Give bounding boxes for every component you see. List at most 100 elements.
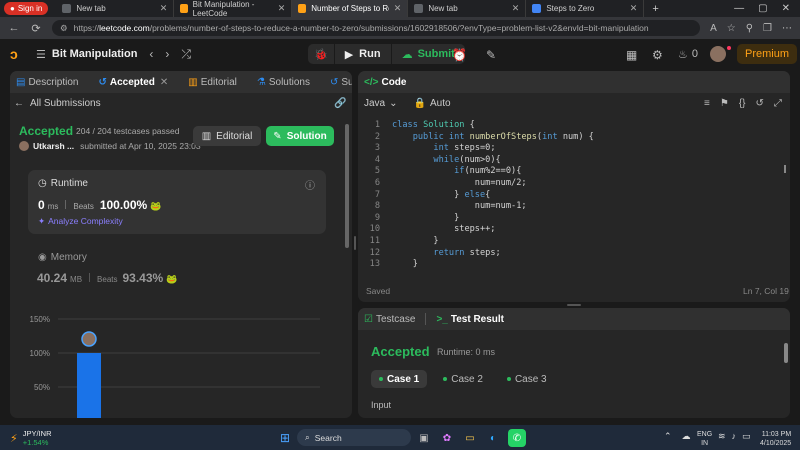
scrollbar-thumb[interactable] bbox=[784, 165, 786, 173]
minimize-icon[interactable]: — bbox=[734, 3, 744, 14]
premium-button[interactable]: Premium bbox=[737, 44, 798, 64]
tab-description[interactable]: ▤ Description bbox=[16, 77, 78, 88]
new-tab-button[interactable]: + bbox=[644, 3, 666, 15]
runtime-card[interactable]: ◷ Runtime ⓘ 0 ms Beats 100.00% 🐸 ✦ Analy… bbox=[28, 170, 326, 234]
editorial-button[interactable]: ▥ Editorial bbox=[193, 126, 261, 146]
code-line[interactable]: 6 num=num/2; bbox=[358, 178, 778, 190]
weather-widget[interactable]: ⚡ JPY/INR +1.54% bbox=[10, 429, 52, 447]
code-line[interactable]: 10 steps++; bbox=[358, 224, 778, 236]
fullscreen-icon[interactable]: ⤢ bbox=[774, 98, 782, 109]
debug-icon[interactable]: 🐞 bbox=[308, 44, 334, 64]
solution-button[interactable]: ✎ Solution bbox=[266, 126, 334, 146]
wifi-icon[interactable]: ≋ bbox=[718, 431, 726, 442]
code-line[interactable]: 9 } bbox=[358, 213, 778, 225]
avatar[interactable] bbox=[19, 141, 29, 151]
close-tab-icon[interactable]: ✕ bbox=[160, 3, 168, 14]
close-tab-icon[interactable]: ✕ bbox=[278, 3, 286, 14]
copilot-icon[interactable]: ✿ bbox=[439, 430, 455, 446]
tab-accepted[interactable]: ↺ Accepted ✕ bbox=[98, 77, 168, 88]
browser-tab-active[interactable]: Number of Steps to Reduce a✕ bbox=[292, 0, 409, 17]
close-tab-icon[interactable]: ✕ bbox=[394, 3, 402, 14]
code-line[interactable]: 11 } bbox=[358, 236, 778, 248]
problem-list-title[interactable]: Bit Manipulation bbox=[52, 48, 138, 60]
battery-icon[interactable]: ▭ bbox=[742, 431, 751, 442]
info-icon[interactable]: ⓘ bbox=[305, 177, 315, 192]
back-arrow-icon[interactable]: ← bbox=[8, 22, 20, 34]
format-icon[interactable]: ≡ bbox=[704, 98, 710, 109]
reset-icon[interactable]: ↺ bbox=[756, 98, 764, 109]
code-line[interactable]: 12 return steps; bbox=[358, 248, 778, 260]
code-line[interactable]: 7 } else{ bbox=[358, 190, 778, 202]
tab-code[interactable]: </> Code bbox=[364, 77, 406, 88]
layout-grid-icon[interactable]: ▦ bbox=[626, 48, 637, 62]
close-tab-icon[interactable]: ✕ bbox=[160, 77, 168, 88]
maximize-icon[interactable]: ▢ bbox=[758, 3, 767, 14]
shuffle-icon[interactable]: ⤮ bbox=[181, 47, 191, 62]
auto-mode[interactable]: 🔒 Auto bbox=[414, 98, 451, 109]
sign-in-button[interactable]: ● Sign in bbox=[4, 2, 49, 15]
favorite-star-icon[interactable]: ☆ bbox=[727, 23, 736, 34]
settings-gear-icon[interactable]: ⚙ bbox=[652, 48, 663, 62]
volume-icon[interactable]: ♪ bbox=[732, 431, 737, 442]
code-line[interactable]: 3 int steps=0; bbox=[358, 143, 778, 155]
case-tab-3[interactable]: Case 3 bbox=[499, 370, 555, 388]
code-editor[interactable]: 1 class Solution {2 public int numberOfSt… bbox=[358, 120, 778, 271]
scrollbar-thumb[interactable] bbox=[345, 124, 349, 248]
scrollbar-thumb[interactable] bbox=[784, 343, 788, 363]
browser-tab[interactable]: Steps to Zero ✕ bbox=[526, 0, 645, 17]
code-line[interactable]: 1 class Solution { bbox=[358, 120, 778, 132]
next-problem-icon[interactable]: › bbox=[165, 47, 169, 61]
windows-start-icon[interactable]: ⊞ bbox=[277, 430, 293, 446]
case-tab-1[interactable]: Case 1 bbox=[371, 370, 428, 388]
timer-icon[interactable]: ⏰ bbox=[452, 48, 467, 62]
url-field[interactable]: ⚙ https://leetcode.com/problems/number-o… bbox=[52, 20, 701, 36]
run-button[interactable]: ▶ Run bbox=[334, 44, 391, 64]
case-tab-2[interactable]: Case 2 bbox=[435, 370, 491, 388]
language-indicator[interactable]: ENG IN bbox=[697, 430, 712, 448]
tab-editorial[interactable]: ▥ Editorial bbox=[188, 77, 237, 88]
streak-counter[interactable]: ♨ 0 bbox=[678, 48, 698, 61]
prev-problem-icon[interactable]: ‹ bbox=[149, 47, 153, 61]
browser-tab[interactable]: New tab ✕ bbox=[408, 0, 527, 17]
leetcode-logo-icon[interactable]: ↄ bbox=[10, 47, 24, 61]
close-tab-icon[interactable]: ✕ bbox=[512, 3, 520, 14]
read-aloud-icon[interactable]: A bbox=[710, 23, 717, 34]
code-line[interactable]: 5 if(num%2==0){ bbox=[358, 166, 778, 178]
file-explorer-icon[interactable]: ▭ bbox=[462, 430, 478, 446]
close-window-icon[interactable]: ✕ bbox=[782, 3, 790, 14]
extensions-icon[interactable]: ⚲ bbox=[746, 23, 753, 34]
refresh-icon[interactable]: ⟳ bbox=[30, 22, 42, 35]
close-tab-icon[interactable]: ✕ bbox=[630, 3, 638, 14]
edge-browser-icon[interactable]: ◐ bbox=[485, 430, 501, 446]
language-select[interactable]: Java ⌄ bbox=[364, 98, 398, 109]
bookmark-icon[interactable]: ⚑ bbox=[720, 98, 729, 109]
code-line[interactable]: 8 num=num-1; bbox=[358, 201, 778, 213]
taskbar-search[interactable]: ⌕ Search bbox=[297, 429, 411, 446]
user-name[interactable]: Utkarsh ... bbox=[33, 141, 74, 151]
clock[interactable]: 11:03 PM 4/10/2025 bbox=[760, 430, 791, 448]
horizontal-splitter[interactable] bbox=[567, 304, 581, 306]
analyze-complexity-link[interactable]: ✦ Analyze Complexity bbox=[38, 216, 123, 227]
avatar[interactable] bbox=[710, 46, 726, 62]
vertical-splitter[interactable] bbox=[354, 236, 356, 250]
tab-testcase[interactable]: ☑ Testcase bbox=[364, 314, 415, 325]
memory-card[interactable]: 40.24 MB Beats 93.43% 🐸 bbox=[37, 271, 177, 285]
menu-dots-icon[interactable]: ⋯ bbox=[782, 23, 792, 34]
cloud-icon[interactable]: ☁ bbox=[682, 431, 691, 442]
collections-icon[interactable]: ❐ bbox=[763, 23, 772, 34]
browser-tab[interactable]: Bit Manipulation - LeetCode ✕ bbox=[174, 0, 293, 18]
browser-tab[interactable]: New tab ✕ bbox=[56, 0, 175, 17]
tab-submissions[interactable]: ↺ Submissions bbox=[330, 77, 352, 88]
whatsapp-icon[interactable]: ✆ bbox=[508, 429, 526, 447]
chevron-up-icon[interactable]: ⌃ bbox=[664, 431, 672, 442]
code-line[interactable]: 2 public int numberOfSteps(int num) { bbox=[358, 132, 778, 144]
link-icon[interactable]: 🔗 bbox=[334, 98, 346, 109]
code-line[interactable]: 4 while(num>0){ bbox=[358, 155, 778, 167]
all-submissions-link[interactable]: ← All Submissions bbox=[14, 98, 101, 109]
code-line[interactable]: 13 } bbox=[358, 259, 778, 271]
tab-solutions[interactable]: ⚗ Solutions bbox=[257, 77, 310, 88]
braces-icon[interactable]: {} bbox=[739, 98, 746, 109]
notes-icon[interactable]: ✎ bbox=[486, 48, 496, 62]
tab-test-result[interactable]: >_ Test Result bbox=[436, 314, 504, 325]
task-view-icon[interactable]: ▣ bbox=[416, 430, 432, 446]
